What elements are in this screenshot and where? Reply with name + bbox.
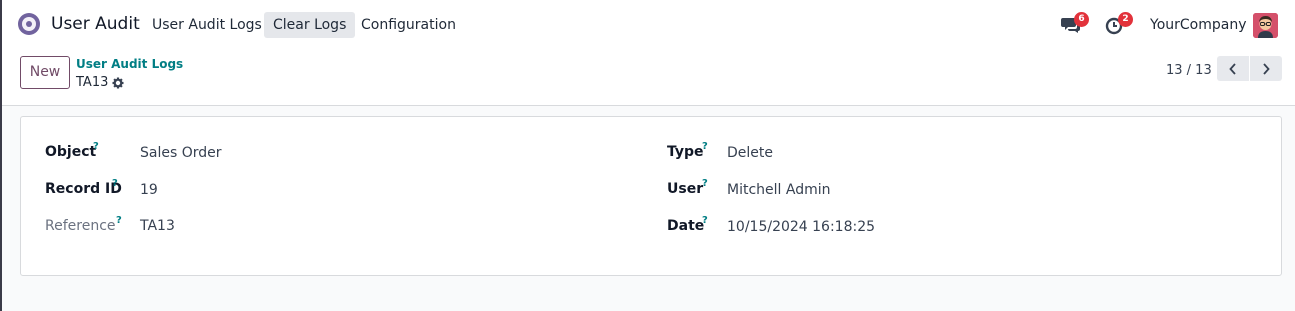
field-label-record-id: Record ID <box>45 181 122 197</box>
user-avatar[interactable] <box>1253 13 1278 38</box>
field-value-user: Mitchell Admin <box>727 182 831 198</box>
help-tooltip-object[interactable]: ? <box>93 141 99 152</box>
pager-next-button[interactable] <box>1250 56 1282 81</box>
chevron-right-icon <box>1261 62 1271 76</box>
field-value-object: Sales Order <box>140 145 222 161</box>
record-title: TA13 <box>76 75 124 90</box>
help-tooltip-reference[interactable]: ? <box>116 215 122 226</box>
field-label-reference: Reference <box>45 218 116 234</box>
help-tooltip-user[interactable]: ? <box>702 178 708 189</box>
help-tooltip-type[interactable]: ? <box>702 141 708 152</box>
menu-clear-logs[interactable]: Clear Logs <box>264 12 356 38</box>
field-value-date: 10/15/2024 16:18:25 <box>727 219 876 235</box>
top-navbar: User Audit User Audit Logs Clear Logs Co… <box>2 0 1295 50</box>
help-tooltip-date[interactable]: ? <box>702 215 708 226</box>
new-button[interactable]: New <box>20 56 70 89</box>
messages-count-badge: 6 <box>1074 12 1089 27</box>
pager-previous-button[interactable] <box>1217 56 1249 81</box>
field-label-user: User <box>667 181 704 197</box>
record-name: TA13 <box>76 75 109 90</box>
app-icon[interactable] <box>18 13 40 35</box>
pager-value[interactable]: 13 / 13 <box>1166 63 1212 78</box>
chevron-left-icon <box>1228 62 1238 76</box>
gear-icon[interactable] <box>112 77 124 89</box>
activity-count-badge: 2 <box>1118 12 1133 27</box>
field-value-type: Delete <box>727 145 773 161</box>
help-tooltip-record-id[interactable]: ? <box>112 178 118 189</box>
field-label-date: Date <box>667 218 705 234</box>
control-panel: New User Audit Logs TA13 13 / 13 <box>2 50 1295 106</box>
field-label-object: Object <box>45 144 97 160</box>
company-switcher[interactable]: YourCompany <box>1150 17 1247 33</box>
field-value-record-id: 19 <box>140 182 158 198</box>
form-sheet: Object ? Sales Order Record ID ? 19 Refe… <box>20 116 1282 276</box>
field-value-reference: TA13 <box>140 218 175 234</box>
field-label-type: Type <box>667 144 704 160</box>
menu-user-audit-logs[interactable]: User Audit Logs <box>143 12 271 38</box>
app-name[interactable]: User Audit <box>51 14 140 34</box>
breadcrumb-user-audit-logs[interactable]: User Audit Logs <box>76 57 183 71</box>
menu-configuration[interactable]: Configuration <box>352 12 465 38</box>
